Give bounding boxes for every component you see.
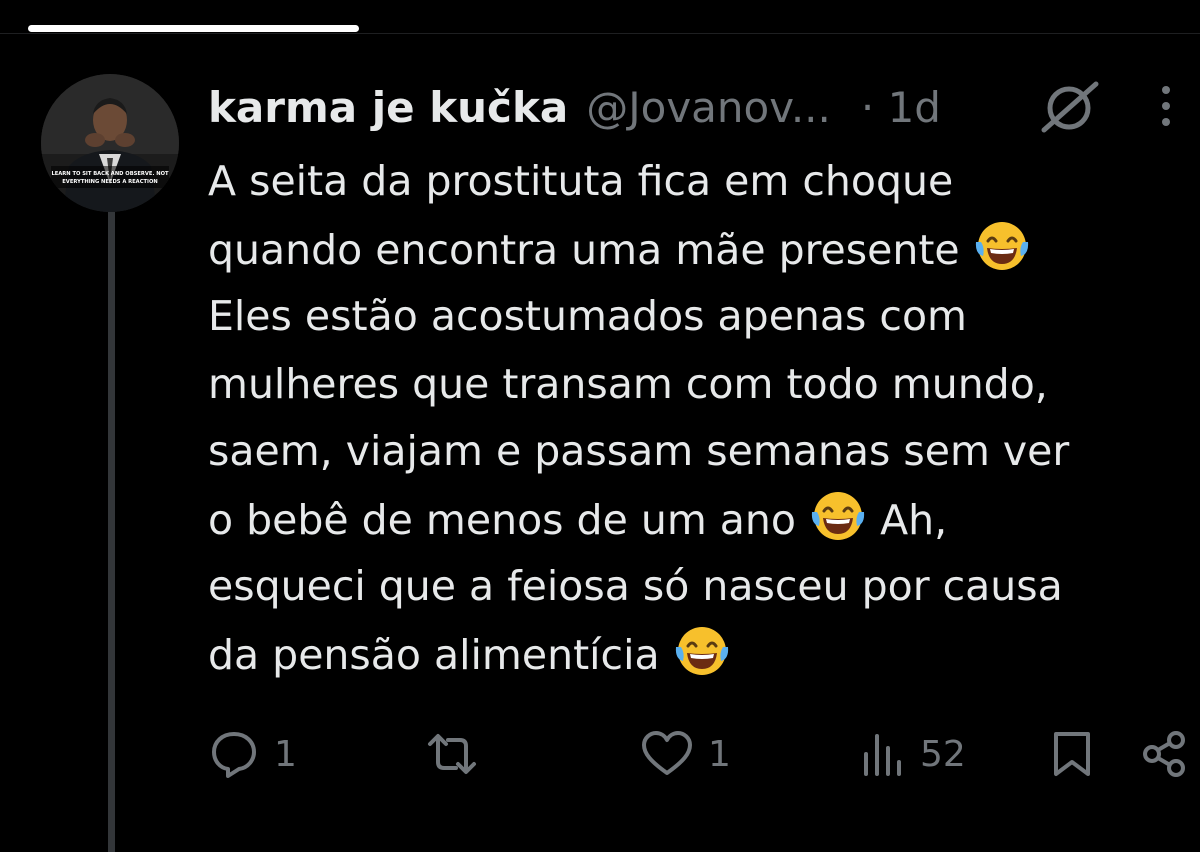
tweet-line-4: mulheres que transam com todo mundo, bbox=[208, 359, 1048, 408]
timestamp[interactable]: · 1d bbox=[861, 80, 941, 136]
action-bar: 1 1 52 bbox=[0, 722, 1200, 786]
tweet-line-8: da pensão alimentícia bbox=[208, 621, 1198, 689]
laughing-emoji-icon bbox=[973, 216, 1031, 274]
like-button[interactable]: 1 bbox=[640, 722, 731, 786]
reply-button[interactable]: 1 bbox=[208, 722, 297, 786]
bookmark-button[interactable] bbox=[1050, 722, 1094, 786]
like-count: 1 bbox=[708, 733, 731, 775]
views-count: 52 bbox=[920, 733, 966, 775]
tweet-line-3: Eles estão acostumados apenas com bbox=[208, 292, 968, 340]
laughing-emoji-icon bbox=[809, 486, 867, 544]
grok-icon[interactable] bbox=[1036, 80, 1102, 136]
more-options-icon[interactable] bbox=[1148, 84, 1184, 128]
laughing-emoji-icon bbox=[673, 621, 731, 679]
tweet-line-5: saem, viajam e passam semanas sem ver bbox=[208, 427, 1070, 475]
share-icon bbox=[1143, 731, 1185, 777]
reply-icon bbox=[212, 732, 256, 778]
tweet-line-2: quando encontra uma mãe presente bbox=[208, 216, 1198, 284]
top-divider bbox=[0, 33, 1200, 34]
user-handle[interactable]: @Jovanov... bbox=[586, 80, 831, 136]
tweet-line-7: esqueci que a feiosa só nasceu por causa bbox=[208, 562, 1063, 610]
avatar-caption-line2: EVERYTHING NEEDS A REACTION bbox=[62, 179, 157, 185]
repost-button[interactable] bbox=[424, 722, 494, 786]
display-name[interactable]: karma je kučka bbox=[208, 80, 568, 136]
views-button[interactable]: 52 bbox=[860, 722, 966, 786]
share-button[interactable] bbox=[1140, 722, 1192, 786]
avatar-caption-line1: LEARN TO SIT BACK AND OBSERVE. NOT bbox=[51, 171, 169, 177]
heart-icon bbox=[642, 731, 692, 775]
tweet-text: A seita da prostituta fica em choque qua… bbox=[208, 148, 1198, 688]
avatar[interactable]: LEARN TO SIT BACK AND OBSERVE. NOT EVERY… bbox=[41, 74, 179, 212]
reply-count: 1 bbox=[274, 733, 297, 775]
tweet-header: karma je kučka @Jovanov... · 1d bbox=[208, 80, 941, 136]
tweet-line-1: A seita da prostituta fica em choque bbox=[208, 157, 954, 205]
top-tab-indicator bbox=[28, 25, 359, 32]
views-icon bbox=[864, 734, 901, 776]
bookmark-icon bbox=[1054, 732, 1090, 776]
tweet-line-6: o bebê de menos de um ano Ah, bbox=[208, 486, 1198, 554]
repost-icon bbox=[428, 734, 476, 774]
